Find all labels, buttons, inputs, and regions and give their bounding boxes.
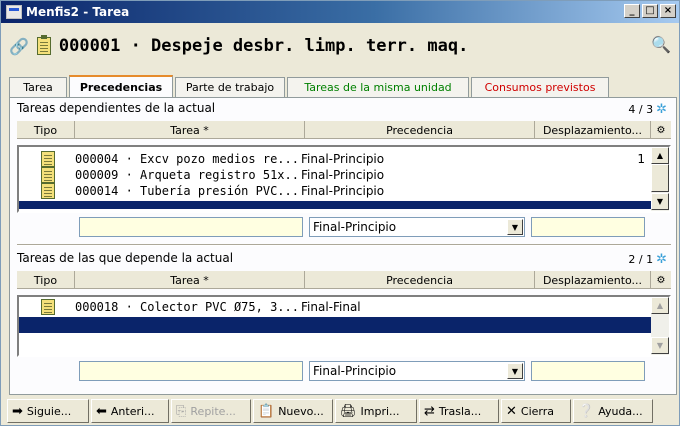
row-precedencia: Final-Principio (301, 184, 385, 198)
precedencia-select[interactable]: Final-Principio ▼ (309, 217, 525, 237)
tab-tarea[interactable]: Tarea (9, 77, 67, 97)
window-title: Menfis2 - Tarea (26, 5, 130, 19)
window-controls: _ □ × (624, 4, 676, 18)
refresh-icon[interactable]: ✲ (656, 102, 667, 117)
scroll-down-icon[interactable]: ▼ (651, 337, 669, 354)
dependents-label: Tareas dependientes de la actual (17, 101, 216, 115)
close-icon: ✕ (506, 403, 517, 419)
desplazamiento-field[interactable] (531, 217, 645, 237)
table-row[interactable]: 000004 · Excv pozo medios re... Final-Pr… (19, 151, 651, 167)
selected-new-row[interactable] (19, 201, 651, 209)
maximize-button[interactable]: □ (642, 4, 658, 18)
row-precedencia: Final-Final (301, 300, 361, 314)
repeat-icon: ⎘ (176, 403, 187, 419)
task-icon (41, 183, 55, 199)
row-precedencia: Final-Principio (301, 152, 385, 166)
tab-tareas-misma-unidad[interactable]: Tareas de la misma unidad (287, 77, 469, 97)
chevron-down-icon[interactable]: ▼ (507, 363, 523, 379)
tab-consumos-previstos[interactable]: Consumos previstos (471, 77, 609, 97)
selected-new-row[interactable] (19, 317, 651, 333)
tarea-field[interactable] (79, 217, 303, 237)
table-row[interactable]: 000009 · Arqueta registro 51x... Final-P… (19, 167, 651, 183)
depends-on-count: 2 / 1 ✲ (628, 252, 667, 267)
dependents-column-headers: Tipo Tarea * Precedencia Desplazamiento.… (17, 121, 671, 139)
print-button[interactable]: 🖨 Impri... (335, 399, 417, 423)
move-button[interactable]: ⇄ Trasla... (419, 399, 499, 423)
tarea-field[interactable] (79, 361, 303, 381)
precedencia-select[interactable]: Final-Principio ▼ (309, 361, 525, 381)
chevron-down-icon[interactable]: ▼ (507, 219, 523, 235)
tab-precedencias[interactable]: Precedencias (69, 75, 173, 97)
desplazamiento-field[interactable] (531, 361, 645, 381)
section-divider (17, 244, 671, 246)
help-book-icon: ❔ (578, 403, 595, 419)
previous-button[interactable]: ⬅ Anteri... (91, 399, 169, 423)
bottom-toolbar: ➡ Siguie... ⬅ Anteri... ⎘ Repite... 📋 Nuevo.… (7, 399, 677, 423)
tab-parte-de-trabajo[interactable]: Parte de trabajo (175, 77, 285, 97)
row-tarea: 000018 · Colector PVC Ø75, 3... (75, 300, 299, 314)
row-precedencia: Final-Principio (301, 168, 385, 182)
dependents-list[interactable]: 000004 · Excv pozo medios re... Final-Pr… (17, 145, 671, 213)
column-desplazamiento[interactable]: Desplazamiento... (535, 271, 651, 289)
row-tarea: 000009 · Arqueta registro 51x... (75, 168, 301, 182)
task-icon (41, 151, 55, 167)
column-desplazamiento[interactable]: Desplazamiento... (535, 121, 651, 139)
task-title: 000001 · Despeje desbr. limp. terr. maq. (58, 36, 469, 56)
title-bar[interactable]: Menfis2 - Tarea _ □ × (1, 1, 679, 23)
depends-on-count-value: 2 / 1 (628, 253, 654, 266)
column-tipo[interactable]: Tipo (17, 271, 75, 289)
vertical-scrollbar[interactable]: ▲ ▼ (651, 297, 669, 355)
column-tarea[interactable]: Tarea * (75, 271, 305, 289)
table-row[interactable]: 000014 · Tubería presión PVC... Final-Pr… (19, 183, 651, 199)
link-icon[interactable]: 🔗 (9, 37, 29, 56)
next-button[interactable]: ➡ Siguie... (7, 399, 89, 423)
table-row[interactable]: 000018 · Colector PVC Ø75, 3... Final-Fi… (19, 299, 651, 315)
task-icon (41, 167, 55, 183)
task-header: 🔗 000001 · Despeje desbr. limp. terr. ma… (9, 29, 673, 63)
transfer-icon: ⇄ (424, 403, 435, 419)
search-icon[interactable]: 🔍 (651, 35, 671, 54)
column-precedencia[interactable]: Precedencia (305, 121, 535, 139)
column-config-icon[interactable]: ⚙ (651, 121, 671, 139)
row-tarea: 000014 · Tubería presión PVC... (75, 184, 299, 198)
column-tarea[interactable]: Tarea * (75, 121, 305, 139)
close-button[interactable]: × (660, 4, 676, 18)
clipboard-icon (36, 35, 51, 55)
arrow-left-icon: ⬅ (96, 403, 107, 419)
depends-on-label: Tareas de las que depende la actual (17, 251, 234, 265)
precedencia-value: Final-Principio (313, 364, 397, 378)
column-tipo[interactable]: Tipo (17, 121, 75, 139)
minimize-button[interactable]: _ (624, 4, 640, 18)
precedencia-value: Final-Principio (313, 220, 397, 234)
depends-on-list[interactable]: 000018 · Colector PVC Ø75, 3... Final-Fi… (17, 295, 671, 357)
column-precedencia[interactable]: Precedencia (305, 271, 535, 289)
depends-on-edit-row: Final-Principio ▼ (17, 361, 671, 383)
dependents-count: 4 / 3 ✲ (628, 102, 667, 117)
dependents-edit-row: Final-Principio ▼ (17, 217, 671, 239)
window: Menfis2 - Tarea _ □ × 🔗 000001 · Despeje… (0, 0, 680, 426)
row-tarea: 000004 · Excv pozo medios re... (75, 152, 299, 166)
app-icon (6, 5, 22, 19)
new-button[interactable]: 📋 Nuevo... (253, 399, 333, 423)
task-icon (41, 299, 55, 315)
scroll-down-icon[interactable]: ▼ (651, 193, 669, 210)
scroll-up-icon[interactable]: ▲ (651, 297, 669, 314)
refresh-icon[interactable]: ✲ (656, 252, 667, 267)
tab-bar: Tarea Precedencias Parte de trabajo Tare… (9, 75, 677, 97)
repeat-button[interactable]: ⎘ Repite... (171, 399, 251, 423)
arrow-right-icon: ➡ (12, 403, 23, 419)
scroll-up-icon[interactable]: ▲ (651, 147, 669, 164)
dependents-count-value: 4 / 3 (628, 103, 654, 116)
depends-on-column-headers: Tipo Tarea * Precedencia Desplazamiento.… (17, 271, 671, 289)
vertical-scrollbar[interactable]: ▲ ▼ (651, 147, 669, 211)
clipboard-icon: 📋 (258, 403, 275, 419)
row-desplazamiento: 1 (637, 152, 645, 166)
help-button[interactable]: ❔ Ayuda... (573, 399, 653, 423)
close-form-button[interactable]: ✕ Cierra (501, 399, 571, 423)
column-config-icon[interactable]: ⚙ (651, 271, 671, 289)
printer-icon: 🖨 (340, 403, 357, 419)
scroll-thumb[interactable] (651, 164, 669, 192)
